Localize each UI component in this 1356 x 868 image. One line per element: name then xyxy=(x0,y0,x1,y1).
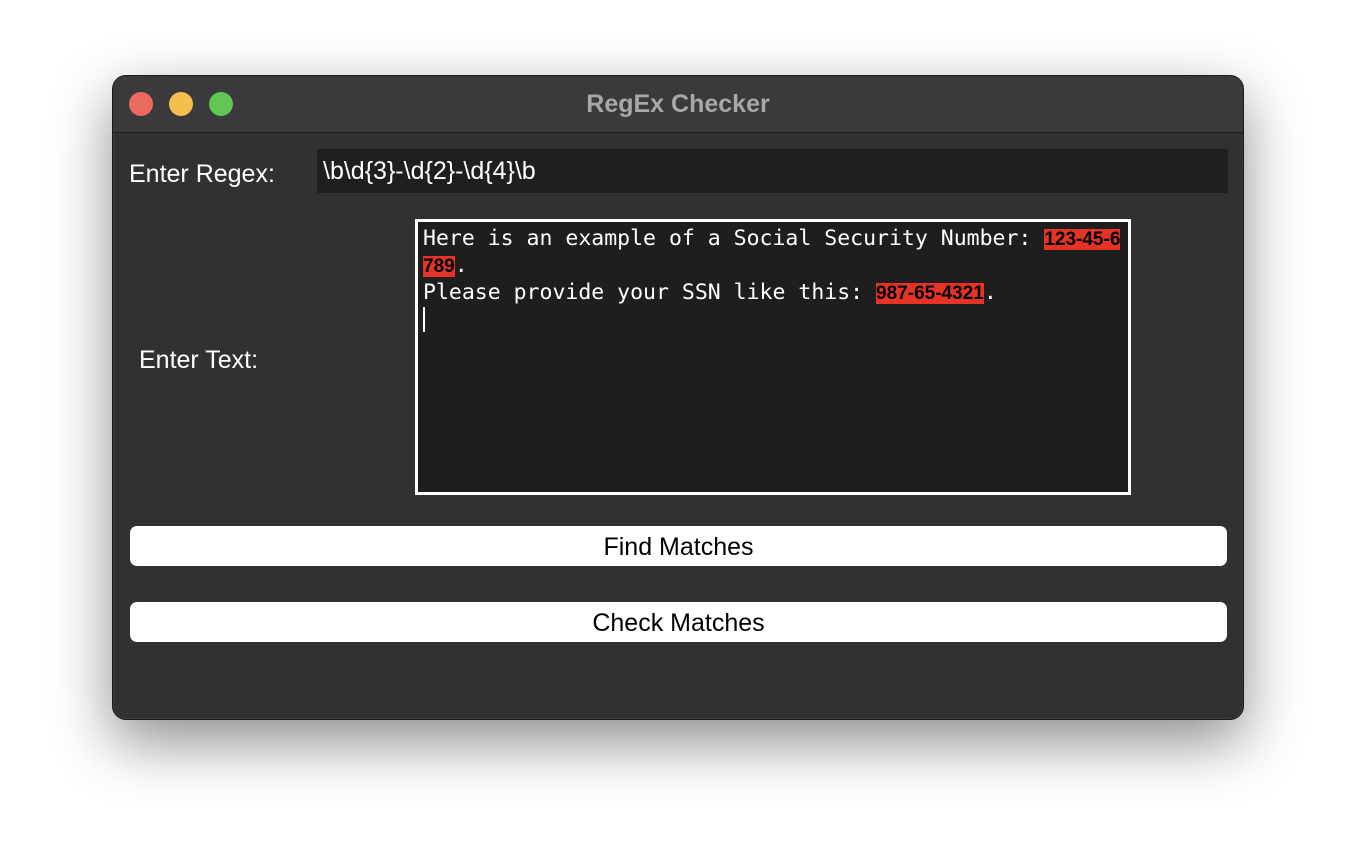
text-input-area[interactable]: Here is an example of a Social Security … xyxy=(415,219,1131,495)
text-line-2-prefix: Please provide your SSN like this: xyxy=(423,280,877,305)
text-line-1-prefix: Here is an example of a Social Security … xyxy=(423,226,1045,251)
text-line-1-suffix: . xyxy=(454,253,468,278)
text-line-2-suffix: . xyxy=(983,280,997,305)
regex-input[interactable] xyxy=(317,149,1228,193)
text-cursor xyxy=(423,307,425,332)
find-matches-button[interactable]: Find Matches xyxy=(130,526,1227,566)
title-bar[interactable]: RegEx Checker xyxy=(113,76,1243,133)
window-title: RegEx Checker xyxy=(586,90,770,118)
app-window: RegEx Checker Enter Regex: Enter Text: H… xyxy=(112,75,1244,720)
check-matches-button[interactable]: Check Matches xyxy=(130,602,1227,642)
match-highlight: 987-65-4321 xyxy=(876,283,984,304)
regex-label: Enter Regex: xyxy=(129,160,275,188)
text-label: Enter Text: xyxy=(139,346,259,374)
